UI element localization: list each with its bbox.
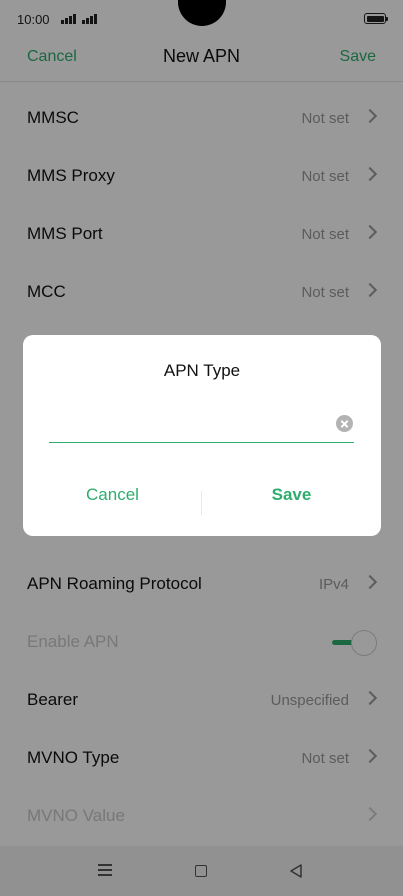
- apn-type-input[interactable]: [49, 409, 354, 443]
- dialog-title: APN Type: [163, 361, 241, 380]
- dialog-cancel-button[interactable]: Cancel: [23, 485, 202, 505]
- apn-type-dialog: APN Type Cancel Save: [23, 335, 381, 536]
- clear-icon[interactable]: [336, 415, 353, 432]
- dialog-save-button[interactable]: Save: [202, 485, 381, 505]
- screen: 10:00 Cancel New APN Save MMSC Not set M…: [0, 0, 403, 896]
